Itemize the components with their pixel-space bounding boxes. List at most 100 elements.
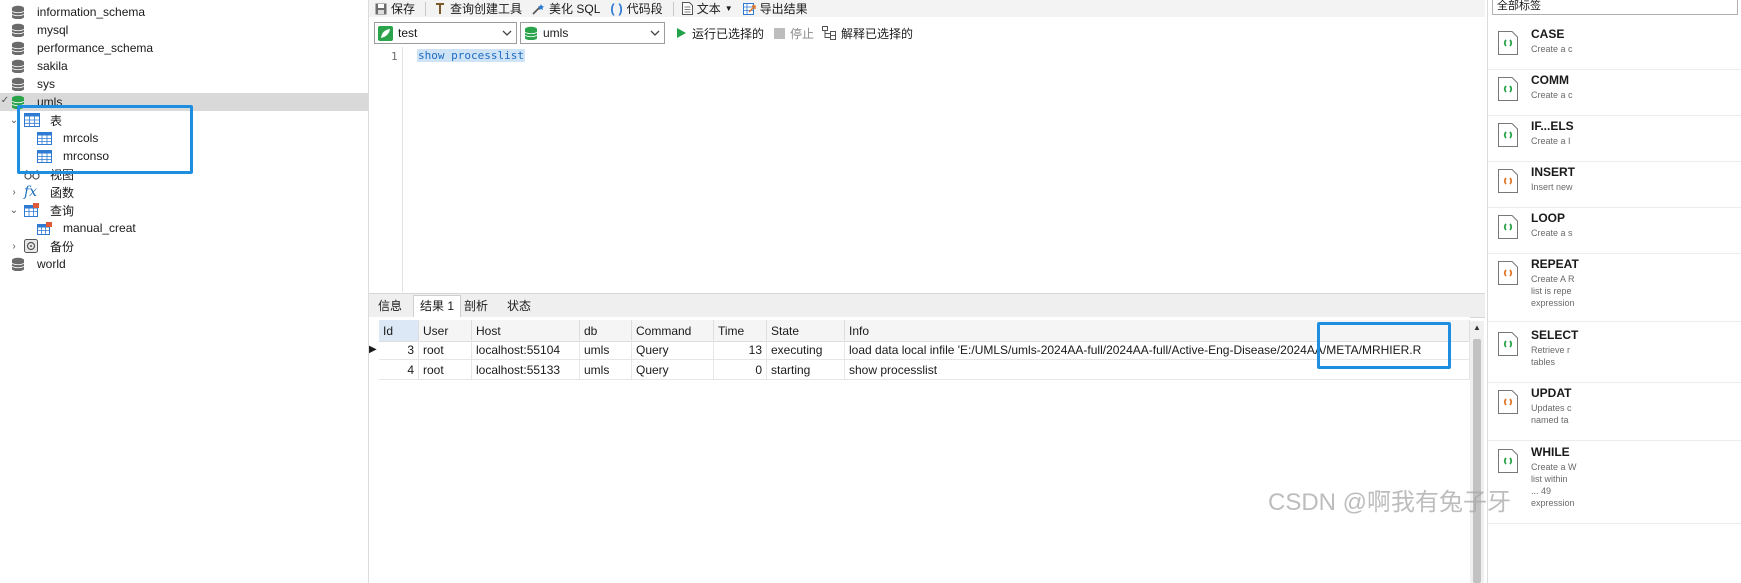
export-results-label: 导出结果 <box>759 2 808 16</box>
snippet-description: Create a c <box>1531 44 1573 54</box>
snippet-file-icon <box>1498 449 1518 473</box>
highlight-box-tables <box>17 105 193 174</box>
database-icon <box>524 26 538 40</box>
tree-db-performance-schema[interactable]: performance_schema <box>0 39 368 57</box>
table-cell[interactable]: umls <box>580 360 632 380</box>
tree-folder-backups[interactable]: › 备份 <box>0 237 368 255</box>
snippet-title: IF...ELS <box>1531 119 1574 133</box>
query-folder-icon <box>24 203 40 217</box>
save-label: 保存 <box>391 2 416 16</box>
export-results-button[interactable]: 导出结果 <box>742 0 808 17</box>
tree-db-mysql[interactable]: mysql <box>0 21 368 39</box>
snippet-description: Retrieve r tables <box>1531 345 1571 367</box>
connection-select[interactable]: test <box>374 22 517 44</box>
table-cell[interactable]: executing <box>767 340 845 360</box>
tab-info[interactable]: 信息 <box>372 296 408 316</box>
magic-wand-icon <box>532 3 545 15</box>
table-cell[interactable]: root <box>419 340 472 360</box>
snippet-item[interactable]: LOOP Create a s <box>1488 209 1741 254</box>
database-select[interactable]: umls <box>520 22 665 44</box>
snippet-item[interactable]: UPDAT Updates c named ta <box>1488 384 1741 441</box>
snippet-item[interactable]: WHILE Create a W list within ... 49 expre… <box>1488 443 1741 524</box>
toolbar-divider <box>672 1 674 16</box>
chevron-down-icon[interactable]: ⌄ <box>9 205 19 216</box>
tab-result-1[interactable]: 结果 1 <box>413 295 462 318</box>
save-button[interactable]: 保存 <box>375 0 415 17</box>
chevron-right-icon[interactable]: › <box>9 187 19 198</box>
snippet-file-icon <box>1498 390 1518 414</box>
current-row-arrow-icon: ▶ <box>369 344 377 355</box>
table-cell[interactable]: umls <box>580 340 632 360</box>
stop-icon <box>774 27 786 39</box>
database-select-value: umls <box>543 26 569 40</box>
table-cell[interactable]: Query <box>632 340 714 360</box>
column-header-state[interactable]: State <box>767 320 845 342</box>
tree-label: manual_creat <box>63 221 136 235</box>
tree-folder-queries[interactable]: ⌄ 查询 <box>0 201 368 219</box>
table-cell[interactable]: Query <box>632 360 714 380</box>
column-header-host[interactable]: Host <box>472 320 580 342</box>
snippet-item[interactable]: CASE Create a c <box>1488 25 1741 70</box>
tab-profile[interactable]: 剖析 <box>458 296 494 316</box>
tree-label: performance_schema <box>37 41 154 55</box>
snippet-item[interactable]: SELECT Retrieve r tables <box>1488 326 1741 383</box>
table-cell[interactable]: starting <box>767 360 845 380</box>
tree-db-sys[interactable]: sys <box>0 75 368 93</box>
tree-folder-functions[interactable]: › fx 函数 <box>0 183 368 201</box>
table-cell[interactable]: 0 <box>714 360 767 380</box>
watermark: CSDN @啊我有兔子牙 <box>1268 489 1512 516</box>
snippet-description: Create a W list within ... 49 expression <box>1531 462 1577 508</box>
tree-db-sakila[interactable]: sakila <box>0 57 368 75</box>
column-header-command[interactable]: Command <box>632 320 714 342</box>
code-snippet-button[interactable]: ( ) 代码段 <box>610 0 662 17</box>
table-cell[interactable]: 3 <box>379 340 419 360</box>
snippet-description: Updates c named ta <box>1531 403 1572 425</box>
table-cell[interactable]: root <box>419 360 472 380</box>
run-selected-button[interactable]: 运行已选择的 <box>675 25 764 42</box>
code-snippet-label: 代码段 <box>626 2 663 16</box>
snippet-item[interactable]: IF...ELS Create a I <box>1488 117 1741 162</box>
table-cell[interactable]: localhost:55133 <box>472 360 580 380</box>
snippet-tag-filter[interactable]: 全部标签 <box>1492 0 1738 15</box>
column-header-db[interactable]: db <box>580 320 632 342</box>
toolbar-divider <box>425 1 427 16</box>
chevron-right-icon[interactable]: › <box>9 241 19 252</box>
column-header-id[interactable]: Id <box>379 320 419 342</box>
tab-status[interactable]: 状态 <box>501 296 537 316</box>
snippet-title: CASE <box>1531 27 1565 41</box>
sql-code-line[interactable]: show processlist <box>417 49 525 62</box>
explain-selected-button[interactable]: 解释已选择的 <box>822 25 913 42</box>
backup-icon <box>24 239 39 253</box>
highlight-box-info <box>1317 322 1451 369</box>
save-icon <box>375 3 387 15</box>
query-builder-button[interactable]: 查询创建工具 <box>434 0 522 17</box>
tree-db-information-schema[interactable]: information_schema <box>0 3 368 21</box>
table-cell[interactable]: 13 <box>714 340 767 360</box>
snippet-title: REPEAT <box>1531 257 1579 271</box>
table-cell[interactable]: 4 <box>379 360 419 380</box>
tree-query-manual-creat[interactable]: manual_creat <box>0 219 368 237</box>
column-header-time[interactable]: Time <box>714 320 767 342</box>
column-header-user[interactable]: User <box>419 320 472 342</box>
snippet-item[interactable]: REPEAT Create A R list is repe expression <box>1488 255 1741 322</box>
sql-editor[interactable]: 1 show processlist <box>369 47 1485 292</box>
connection-selector-row: test umls 运行已选择的 停止 解释已选择的 <box>369 19 1485 47</box>
snippet-file-icon <box>1498 77 1518 101</box>
scrollbar-thumb[interactable] <box>1473 339 1481 583</box>
result-scrollbar[interactable]: ▲ <box>1470 321 1484 583</box>
snippet-item[interactable]: COMM Create a c <box>1488 71 1741 116</box>
text-menu-button[interactable]: 文本 ▼ <box>681 0 733 17</box>
table-cell[interactable]: localhost:55104 <box>472 340 580 360</box>
beautify-sql-button[interactable]: 美化 SQL <box>532 0 600 17</box>
stop-button[interactable]: 停止 <box>774 25 814 42</box>
snippet-file-icon <box>1498 215 1518 239</box>
snippet-description: Insert new <box>1531 182 1573 192</box>
run-selected-label: 运行已选择的 <box>692 26 765 41</box>
snippet-item[interactable]: INSERT Insert new <box>1488 163 1741 208</box>
scroll-up-icon[interactable]: ▲ <box>1473 323 1481 332</box>
snippet-description: Create a c <box>1531 90 1573 100</box>
tree-label: 查询 <box>50 203 75 218</box>
expand-arrow-icon[interactable]: ✓ <box>0 95 10 106</box>
query-icon <box>37 221 52 235</box>
tree-db-world[interactable]: world <box>0 255 368 273</box>
